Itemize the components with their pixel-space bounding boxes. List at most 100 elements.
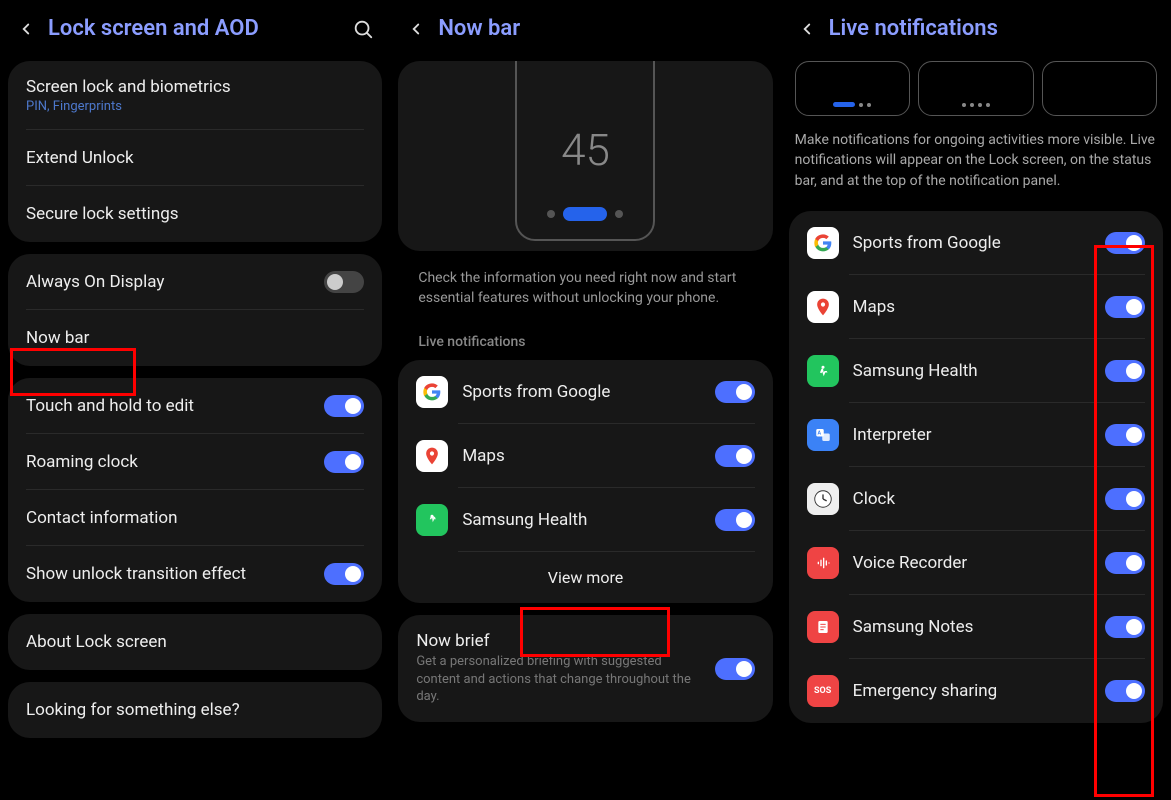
dot-icon [986,103,990,107]
panel-lock-screen-aod: Lock screen and AOD Screen lock and biom… [0,0,390,800]
back-icon[interactable] [797,19,817,39]
row-emergency-sharing[interactable]: SOS Emergency sharing [789,659,1163,723]
description-text: Make notifications for ongoing activitie… [789,130,1163,211]
toggle-sports-google[interactable] [1105,232,1145,254]
label: Samsung Health [462,510,700,530]
preview-cards-row [789,61,1163,116]
label: Samsung Notes [853,617,1091,637]
label: Clock [853,489,1091,509]
toggle-now-brief[interactable] [715,658,755,680]
header: Lock screen and AOD [8,0,382,61]
toggle-maps[interactable] [715,445,755,467]
label: Contact information [26,508,364,528]
label: Secure lock settings [26,204,364,224]
row-contact-info[interactable]: Contact information [8,490,382,546]
toggle-emergency-sharing[interactable] [1105,680,1145,702]
pill-indicator [563,207,607,221]
label: Sports from Google [853,233,1091,253]
toggle-sports-google[interactable] [715,381,755,403]
row-samsung-health[interactable]: Samsung Health [398,488,772,552]
dot-icon [970,103,974,107]
card-apps-list: Sports from Google Maps Samsung Health A… [789,211,1163,723]
row-screen-lock-biometrics[interactable]: Screen lock and biometrics PIN, Fingerpr… [8,61,382,130]
samsung-health-icon [416,504,448,536]
card-options: Touch and hold to edit Roaming clock Con… [8,378,382,602]
row-secure-lock-settings[interactable]: Secure lock settings [8,186,382,242]
maps-icon [807,291,839,323]
label: Emergency sharing [853,681,1091,701]
label: Always On Display [26,272,310,292]
dot-icon [978,103,982,107]
page-title: Lock screen and AOD [48,16,340,41]
row-touch-hold-edit[interactable]: Touch and hold to edit [8,378,382,434]
samsung-health-icon [807,355,839,387]
label: Voice Recorder [853,553,1091,573]
row-now-brief[interactable]: Now brief Get a personalized briefing wi… [398,615,772,722]
row-sports-google[interactable]: Sports from Google [398,360,772,424]
toggle-touch-hold[interactable] [324,395,364,417]
toggle-clock[interactable] [1105,488,1145,510]
toggle-voice-recorder[interactable] [1105,552,1145,574]
row-aod[interactable]: Always On Display [8,254,382,310]
row-clock[interactable]: Clock [789,467,1163,531]
dot-icon [867,103,871,107]
back-icon[interactable] [406,19,426,39]
label: Maps [462,446,700,466]
card-security: Screen lock and biometrics PIN, Fingerpr… [8,61,382,242]
preview-card-1[interactable] [795,61,910,116]
dot-icon [859,103,863,107]
view-more-button[interactable]: View more [398,552,772,603]
toggle-samsung-health[interactable] [715,509,755,531]
pill-icon [833,102,855,107]
label: About Lock screen [26,632,364,652]
row-sports-google[interactable]: Sports from Google [789,211,1163,275]
back-icon[interactable] [16,19,36,39]
row-interpreter[interactable]: A Interpreter [789,403,1163,467]
card-about: About Lock screen [8,614,382,670]
phone-preview: 45 [398,61,772,251]
phone-frame: 45 [515,61,655,241]
row-samsung-notes[interactable]: Samsung Notes [789,595,1163,659]
label: Looking for something else? [26,700,364,720]
row-roaming-clock[interactable]: Roaming clock [8,434,382,490]
card-now-brief: Now brief Get a personalized briefing wi… [398,615,772,722]
row-maps[interactable]: Maps [398,424,772,488]
lockscreen-number: 45 [561,61,610,207]
row-looking-for[interactable]: Looking for something else? [8,682,382,738]
row-extend-unlock[interactable]: Extend Unlock [8,130,382,186]
row-samsung-health[interactable]: Samsung Health [789,339,1163,403]
toggle-unlock-transition[interactable] [324,563,364,585]
toggle-roaming-clock[interactable] [324,451,364,473]
row-now-bar[interactable]: Now bar [8,310,382,366]
row-maps[interactable]: Maps [789,275,1163,339]
interpreter-icon: A [807,419,839,451]
preview-card-2[interactable] [918,61,1033,116]
label: Sports from Google [462,382,700,402]
label: Roaming clock [26,452,310,472]
toggle-interpreter[interactable] [1105,424,1145,446]
label: Now bar [26,328,364,348]
row-voice-recorder[interactable]: Voice Recorder [789,531,1163,595]
toggle-maps[interactable] [1105,296,1145,318]
row-unlock-transition[interactable]: Show unlock transition effect [8,546,382,602]
toggle-samsung-health[interactable] [1105,360,1145,382]
label: Show unlock transition effect [26,564,310,584]
sublabel: Get a personalized briefing with suggest… [416,653,700,706]
toggle-aod[interactable] [324,271,364,293]
row-about-lockscreen[interactable]: About Lock screen [8,614,382,670]
label: Interpreter [853,425,1091,445]
search-icon[interactable] [352,18,374,40]
toggle-samsung-notes[interactable] [1105,616,1145,638]
google-icon [416,376,448,408]
section-label: Live notifications [398,328,772,360]
dot-icon [962,103,966,107]
description-text: Check the information you need right now… [398,251,772,328]
dot-icon [615,210,623,218]
label: Extend Unlock [26,148,364,168]
preview-card-3[interactable] [1042,61,1157,116]
samsung-notes-icon [807,611,839,643]
voice-recorder-icon [807,547,839,579]
header: Now bar [398,0,772,61]
svg-text:A: A [817,430,821,436]
dot-icon [547,210,555,218]
